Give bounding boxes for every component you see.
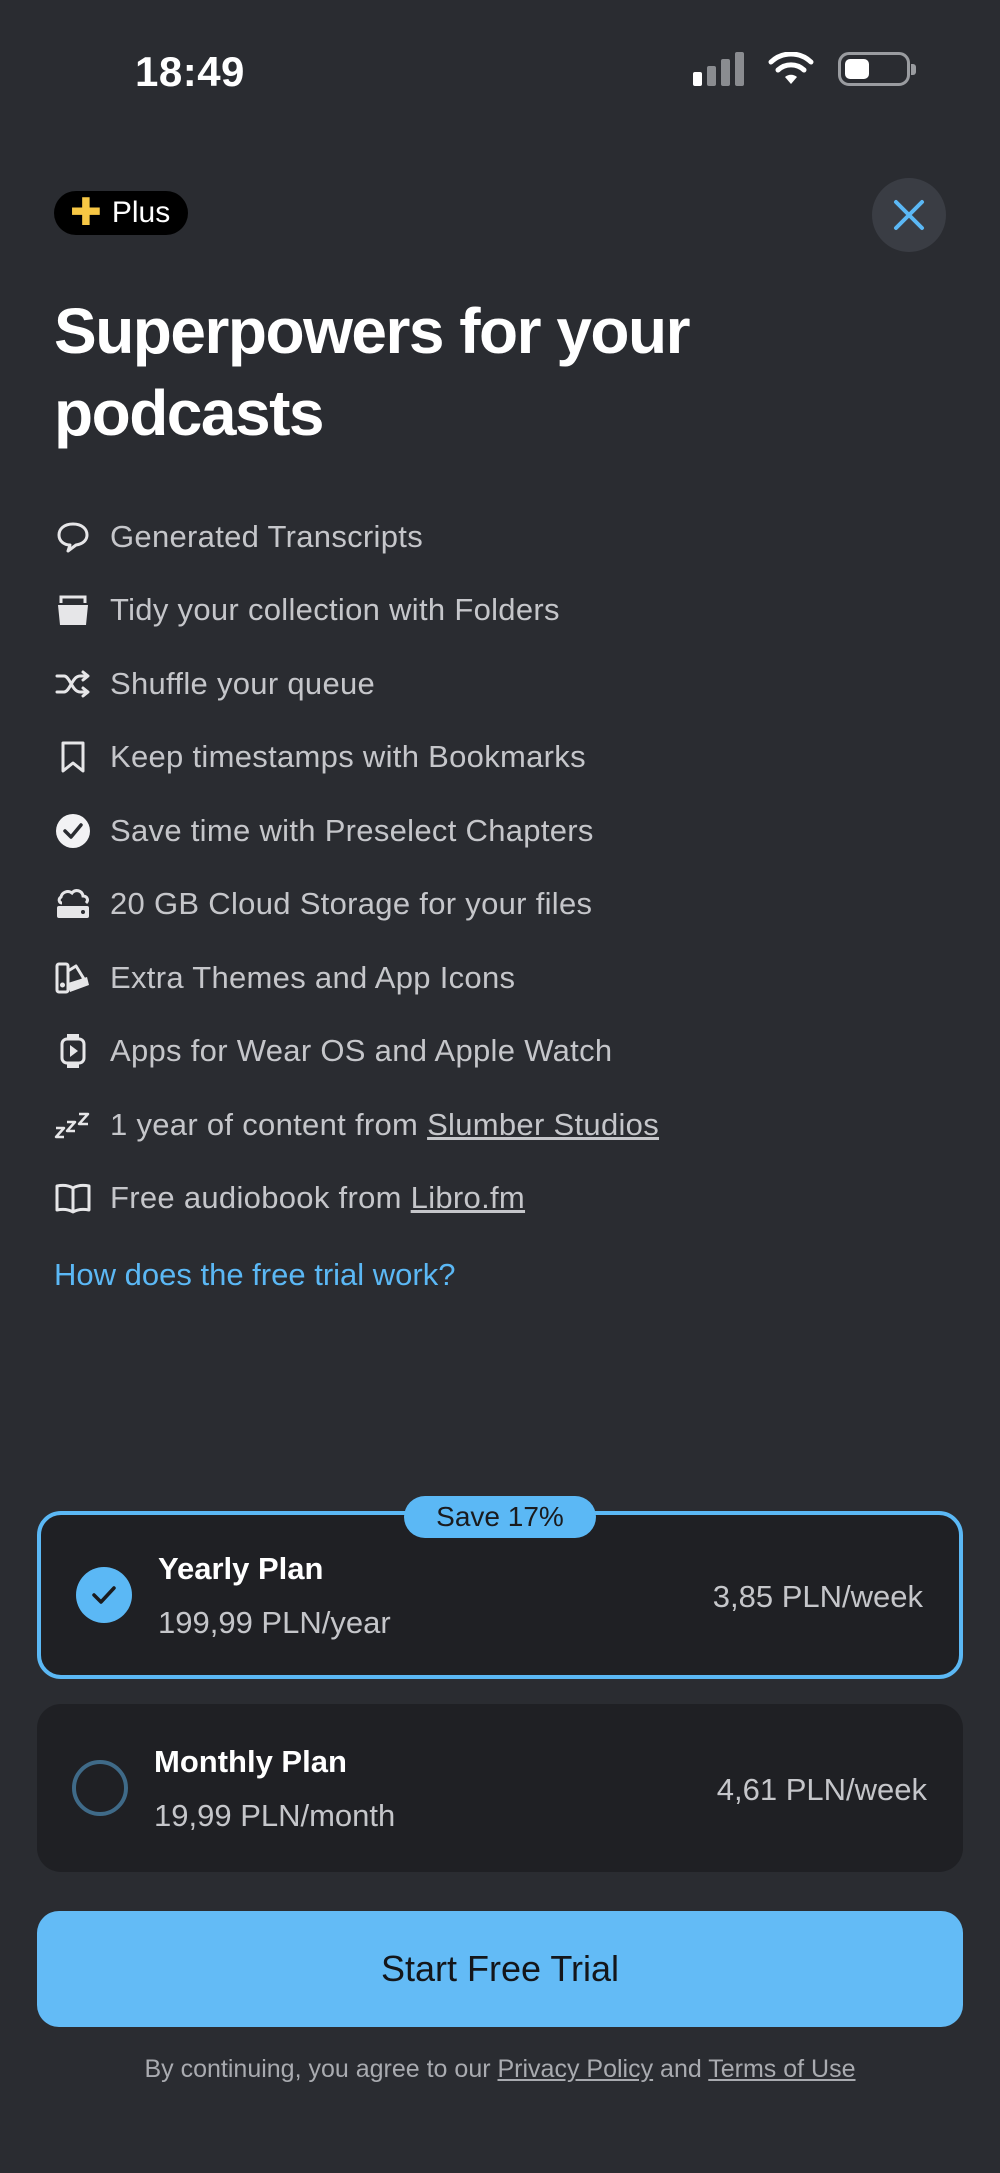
feature-item: 20 GB Cloud Storage for your files <box>54 868 659 942</box>
feature-item: Save time with Preselect Chapters <box>54 794 659 868</box>
slumber-studios-link[interactable]: Slumber Studios <box>427 1107 659 1142</box>
feature-text: Extra Themes and App Icons <box>110 959 516 995</box>
cloud-storage-icon <box>54 885 92 923</box>
watch-icon <box>54 1032 92 1070</box>
feature-text: Save time with Preselect Chapters <box>110 812 594 848</box>
battery-icon <box>838 52 916 86</box>
feature-text: Shuffle your queue <box>110 665 376 701</box>
speech-bubble-icon <box>54 518 92 556</box>
feature-text: Keep timestamps with Bookmarks <box>110 739 586 775</box>
feature-item: Extra Themes and App Icons <box>54 941 659 1015</box>
monthly-plan-option[interactable]: Monthly Plan 19,99 PLN/month 4,61 PLN/we… <box>37 1704 963 1872</box>
status-time: 18:49 <box>135 48 245 95</box>
libro-fm-link[interactable]: Libro.fm <box>411 1180 525 1215</box>
feature-item: Keep timestamps with Bookmarks <box>54 721 659 795</box>
folder-icon <box>54 591 92 629</box>
close-icon <box>894 200 924 230</box>
free-trial-info-link[interactable]: How does the free trial work? <box>54 1257 455 1293</box>
plan-name: Yearly Plan <box>158 1551 324 1586</box>
plan-radio-unselected[interactable] <box>72 1760 128 1816</box>
plan-name: Monthly Plan <box>154 1744 347 1779</box>
plan-radio-selected[interactable] <box>76 1567 132 1623</box>
bookmark-icon <box>54 738 92 776</box>
plan-weekly-price: 3,85 PLN/week <box>712 1579 923 1614</box>
feature-text: 20 GB Cloud Storage for your files <box>110 886 593 922</box>
plan-price: 199,99 PLN/year <box>158 1605 391 1640</box>
terms-of-use-link[interactable]: Terms of Use <box>708 2055 855 2083</box>
plan-weekly-price: 4,61 PLN/week <box>716 1772 927 1807</box>
feature-item: Generated Transcripts <box>54 500 659 574</box>
privacy-policy-link[interactable]: Privacy Policy <box>498 2055 654 2083</box>
plus-badge-label: Plus <box>111 196 171 229</box>
feature-text: Generated Transcripts <box>110 518 423 554</box>
plus-badge: ✚ Plus <box>54 191 189 235</box>
legal-text: By continuing, you agree to our Privacy … <box>0 2055 1000 2084</box>
checkmark-icon <box>92 1586 116 1604</box>
feature-text: 1 year of content from Slumber Studios <box>110 1107 659 1143</box>
feature-item: 1 year of content from Slumber Studios <box>54 1088 659 1162</box>
book-icon <box>54 1179 92 1217</box>
feature-item: Free audiobook from Libro.fm <box>54 1162 659 1236</box>
feature-list: Generated Transcripts Tidy your collecti… <box>54 500 659 1235</box>
status-icons <box>693 52 916 86</box>
page-title: Superpowers for your podcasts <box>54 295 691 449</box>
feature-item: Tidy your collection with Folders <box>54 574 659 648</box>
wifi-icon <box>768 52 814 84</box>
feature-text: Apps for Wear OS and Apple Watch <box>110 1033 613 1069</box>
start-free-trial-button[interactable]: Start Free Trial <box>37 1911 963 2027</box>
legal-and: and <box>653 2055 709 2083</box>
plan-price: 19,99 PLN/month <box>154 1798 396 1833</box>
shuffle-icon <box>54 665 92 703</box>
feature-text-prefix: 1 year of content from <box>110 1106 428 1142</box>
sleep-zzz-icon <box>54 1106 92 1144</box>
legal-prefix: By continuing, you agree to our <box>144 2055 498 2083</box>
feature-item: Apps for Wear OS and Apple Watch <box>54 1015 659 1089</box>
feature-text-prefix: Free audiobook from <box>110 1180 411 1216</box>
feature-item: Shuffle your queue <box>54 647 659 721</box>
palette-icon <box>54 959 92 997</box>
feature-text: Tidy your collection with Folders <box>110 592 560 628</box>
cellular-signal-icon <box>693 52 744 86</box>
close-button[interactable] <box>872 178 946 252</box>
feature-text: Free audiobook from Libro.fm <box>110 1180 525 1216</box>
checkmark-circle-icon <box>54 812 92 850</box>
plus-icon: ✚ <box>70 192 102 234</box>
save-badge: Save 17% <box>404 1496 596 1538</box>
